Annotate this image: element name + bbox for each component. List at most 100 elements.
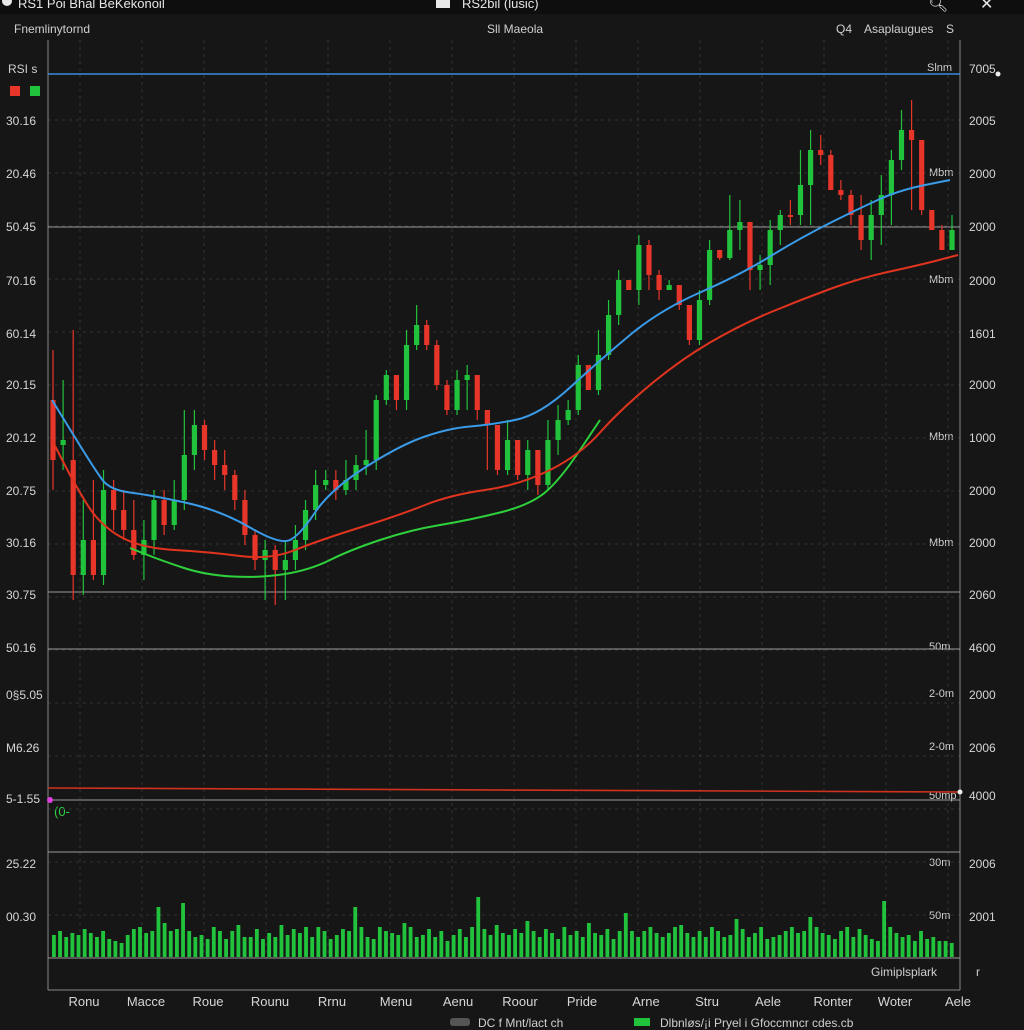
candle-body <box>646 245 652 275</box>
volume-bar <box>279 925 284 957</box>
candle-body <box>454 380 460 410</box>
top-end-dot <box>995 71 1001 77</box>
candle-body <box>60 440 66 445</box>
volume-bar <box>310 937 315 957</box>
candle-body <box>858 215 864 240</box>
candle-body <box>575 365 581 410</box>
candle-body <box>171 500 177 525</box>
volume-bar <box>673 927 677 957</box>
volume-bar <box>949 943 954 957</box>
volume-bar <box>642 931 647 957</box>
ma-green-line <box>129 419 601 578</box>
volume-bar <box>925 939 930 957</box>
candle-body <box>939 230 945 250</box>
volume-bar <box>808 917 813 957</box>
volume-bar <box>519 933 524 957</box>
volume-bar <box>900 937 905 957</box>
volume-bar <box>427 929 431 957</box>
volume-bar <box>796 933 800 957</box>
volume-bar <box>101 931 106 957</box>
volume-bar <box>82 929 87 957</box>
volume-bar <box>131 929 136 957</box>
volume-bar <box>187 931 192 957</box>
volume-bar <box>556 939 561 957</box>
candle-body <box>151 500 157 540</box>
candle-body <box>666 285 672 290</box>
volume-bar <box>107 939 112 957</box>
volume-bar <box>728 935 733 957</box>
candle-body <box>444 385 450 410</box>
volume-bar <box>759 927 764 957</box>
volume-bar <box>876 941 880 957</box>
candle-body <box>80 540 86 575</box>
volume-bar <box>433 937 438 957</box>
volume-bar <box>144 933 149 957</box>
volume-bar <box>396 935 401 957</box>
volume-bar <box>58 931 62 957</box>
volume-bar <box>168 931 173 957</box>
candle-body <box>626 280 632 290</box>
volume-bar <box>285 935 290 957</box>
volume-bar <box>95 937 99 957</box>
volume-bar <box>580 937 585 957</box>
candle-body <box>181 455 187 500</box>
indicator-dot <box>47 797 53 803</box>
volume-bar <box>943 941 948 957</box>
volume-bar <box>507 935 511 957</box>
volume-bar <box>716 931 720 957</box>
volume-bar <box>568 935 573 957</box>
candle-body <box>111 490 117 510</box>
candle-body <box>838 190 844 195</box>
volume-bar <box>267 933 272 957</box>
volume-bar <box>574 931 579 957</box>
candle-body <box>212 450 218 465</box>
volume-bar <box>261 939 265 957</box>
volume-bar <box>826 935 831 957</box>
volume-bar <box>937 941 942 957</box>
candle-body <box>545 440 551 485</box>
volume-bar <box>734 919 739 957</box>
candle-body <box>474 375 480 410</box>
candle-body <box>656 275 662 290</box>
volume-bar <box>783 931 788 957</box>
candle-body <box>717 250 723 258</box>
volume-bar <box>753 933 757 957</box>
candle-body <box>484 410 490 425</box>
volume-bar <box>334 935 339 957</box>
candle-body <box>414 325 420 345</box>
volume-bar <box>912 941 917 957</box>
candle-body <box>767 230 773 265</box>
candles <box>50 100 955 605</box>
volume-bar <box>488 935 493 957</box>
volume-bar <box>70 933 75 957</box>
volume-bar <box>150 931 155 957</box>
candle-body <box>807 150 814 185</box>
volume-bar <box>593 933 597 957</box>
volume-bar <box>52 935 56 957</box>
volume-bar <box>525 921 530 957</box>
volume-bar <box>199 935 204 957</box>
volume-bar <box>697 931 702 957</box>
volume-bar <box>156 907 161 957</box>
volume-bar <box>703 937 708 957</box>
candle-body <box>363 460 369 465</box>
candle-body <box>403 345 410 400</box>
volume-bar <box>205 939 210 957</box>
candle-body <box>50 400 56 460</box>
candle-body <box>696 300 703 340</box>
volume-bar <box>402 923 407 957</box>
candle-body <box>393 375 400 400</box>
candle-body <box>898 130 905 160</box>
volume-bar <box>630 931 634 957</box>
volume-bar <box>562 927 567 957</box>
volume-bar <box>746 937 751 957</box>
volume-bar <box>476 897 481 957</box>
volume-bar <box>273 937 278 957</box>
candle-body <box>434 345 440 385</box>
volume-bar <box>710 927 714 957</box>
volume-bar <box>833 939 837 957</box>
volume-bar <box>88 933 93 957</box>
candle-body <box>616 280 622 315</box>
candle-body <box>323 480 329 485</box>
candle-body <box>232 475 238 500</box>
